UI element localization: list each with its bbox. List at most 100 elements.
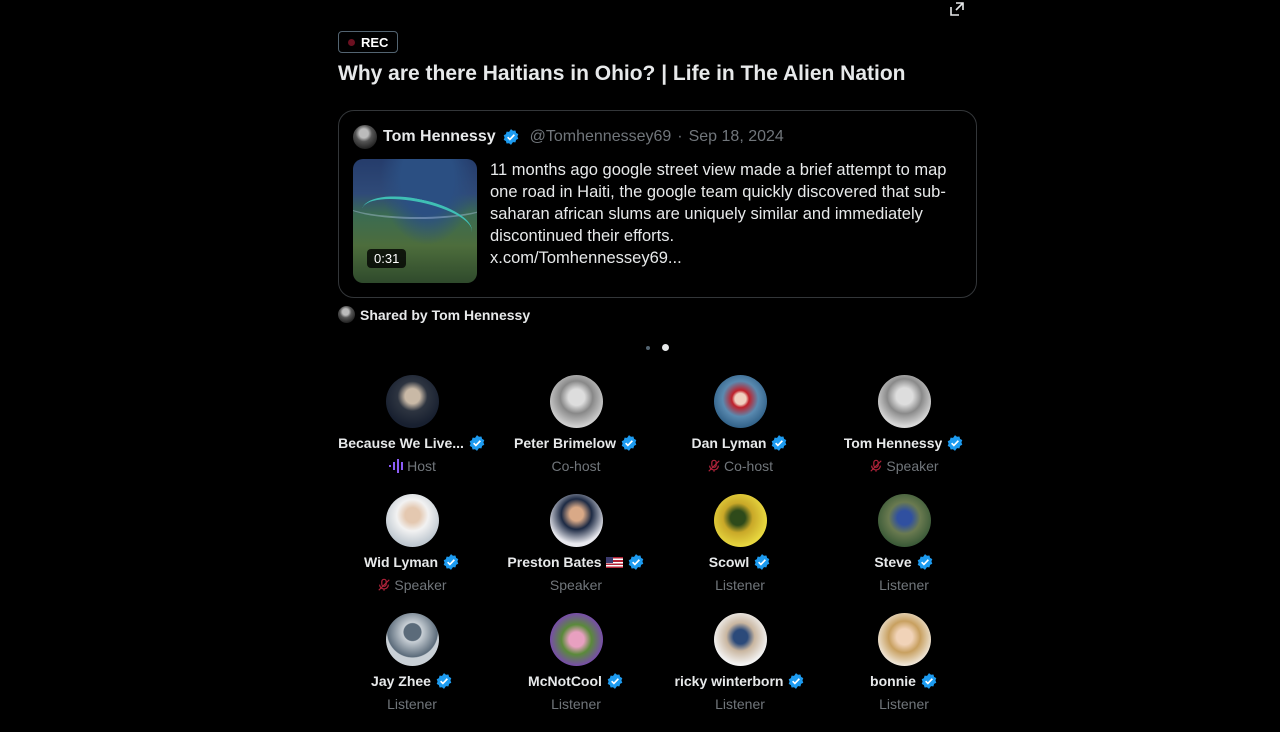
participant-tile[interactable]: Preston Bates Speaker <box>494 494 658 613</box>
participant-role: Speaker <box>549 577 603 593</box>
participant-name-row: Peter Brimelow <box>514 434 638 452</box>
participant-role: Listener <box>715 696 765 712</box>
rec-label: REC <box>361 34 389 50</box>
participant-role-row: Listener <box>551 696 601 712</box>
participant-role: Speaker <box>886 458 939 474</box>
participants-grid: Because We Live... Host Peter Brimelow Co-h… <box>330 375 986 732</box>
participant-avatar[interactable] <box>549 375 603 428</box>
verified-badge-icon <box>947 435 963 451</box>
participant-avatar[interactable] <box>385 494 439 547</box>
participant-tile[interactable]: Steve Listener <box>822 494 986 613</box>
participant-tile[interactable]: Jay Zhee Listener <box>330 613 494 732</box>
participant-role: Listener <box>879 577 929 593</box>
participant-name-row: Jay Zhee <box>371 672 453 690</box>
participant-tile[interactable]: ricky winterborn Listener <box>658 613 822 732</box>
participant-avatar[interactable] <box>713 494 767 547</box>
participant-name: Wid Lyman <box>363 554 439 570</box>
verified-badge-icon <box>436 673 452 689</box>
participant-avatar[interactable] <box>713 375 767 428</box>
space-title: Why are there Haitians in Ohio? | Life i… <box>338 62 906 85</box>
verified-badge-icon <box>772 435 787 451</box>
tweet-date[interactable]: Sep 18, 2024 <box>689 128 784 146</box>
participant-role-row: Co-host <box>551 458 600 474</box>
verified-badge-icon <box>628 554 643 570</box>
participant-name: Dan Lyman <box>691 435 767 451</box>
participant-role-row: Listener <box>879 577 929 593</box>
participant-tile[interactable]: Scowl Listener <box>658 494 822 613</box>
participant-role: Co-host <box>551 458 601 474</box>
participant-avatar[interactable] <box>385 375 439 428</box>
tweet-author-handle[interactable]: @Tomhennessey69 <box>530 128 672 146</box>
participant-role-row: Listener <box>387 696 437 712</box>
participant-role-row: Host <box>388 458 436 474</box>
participant-role: Host <box>407 458 436 474</box>
verified-badge-icon <box>607 673 623 689</box>
sharer-avatar <box>338 306 355 323</box>
participant-role: Co-host <box>723 458 774 474</box>
expand-icon[interactable] <box>948 0 966 18</box>
participant-avatar[interactable] <box>385 613 439 666</box>
tweet-link[interactable]: x.com/Tomhennessey69... <box>490 247 960 269</box>
participant-role-row: Listener <box>879 696 929 712</box>
us-flag-icon <box>605 556 623 568</box>
participant-role-row: Speaker <box>377 577 447 593</box>
participant-avatar[interactable] <box>877 375 931 428</box>
participant-tile[interactable]: Tom Hennessy Speaker <box>822 375 986 494</box>
participant-name: McNotCool <box>528 673 602 689</box>
participant-role: Listener <box>551 696 601 712</box>
tweet-video-thumbnail[interactable]: 0:31 <box>353 159 477 283</box>
verified-badge-icon <box>789 673 804 689</box>
participant-name: Because We Live... <box>338 435 464 451</box>
participant-tile[interactable]: Wid Lyman Speaker <box>330 494 494 613</box>
participant-name-row: Wid Lyman <box>364 553 460 571</box>
participant-name-row: Scowl <box>709 553 771 571</box>
speaking-wave-icon <box>388 459 404 473</box>
mic-muted-icon <box>377 578 391 592</box>
participant-name: Steve <box>874 554 912 570</box>
rec-badge: REC <box>338 31 399 53</box>
pinned-tweet-card[interactable]: Tom Hennessy @Tomhennessey69 · Sep 18, 2… <box>338 110 977 298</box>
verified-badge-icon <box>443 554 459 570</box>
verified-badge-icon <box>621 435 637 451</box>
participant-avatar[interactable] <box>549 613 603 666</box>
participant-role-row: Listener <box>715 577 765 593</box>
participant-role-row: Speaker <box>550 577 602 593</box>
tweet-text-block: 11 months ago google street view made a … <box>490 159 960 269</box>
participant-tile[interactable]: Because We Live... Host <box>330 375 494 494</box>
tweet-header: Tom Hennessy @Tomhennessey69 · Sep 18, 2… <box>353 125 784 149</box>
participant-role: Listener <box>715 577 765 593</box>
participant-name: ricky winterborn <box>674 673 784 689</box>
carousel-pager <box>646 344 669 351</box>
participant-tile[interactable]: McNotCool Listener <box>494 613 658 732</box>
participant-tile[interactable]: Dan Lyman Co-host <box>658 375 822 494</box>
participant-name: Jay Zhee <box>371 673 431 689</box>
participant-avatar[interactable] <box>549 494 603 547</box>
shared-by-row: Shared by Tom Hennessy <box>338 306 530 323</box>
participant-name: Scowl <box>708 554 750 570</box>
mic-muted-icon <box>869 459 883 473</box>
participant-name: Tom Hennessy <box>843 435 943 451</box>
recording-dot-icon <box>348 38 355 46</box>
verified-badge-icon <box>921 673 937 689</box>
mic-muted-icon <box>707 459 721 473</box>
participant-name-row: bonnie <box>870 672 938 690</box>
tweet-text: 11 months ago google street view made a … <box>490 161 947 245</box>
participant-name-row: Preston Bates <box>507 553 644 571</box>
tweet-author-avatar[interactable] <box>353 125 377 149</box>
participant-name-row: ricky winterborn <box>675 672 806 690</box>
participant-tile[interactable]: Peter Brimelow Co-host <box>494 375 658 494</box>
participant-tile[interactable]: bonnie Listener <box>822 613 986 732</box>
participant-avatar[interactable] <box>877 494 931 547</box>
participant-avatar[interactable] <box>877 613 931 666</box>
participant-name: Preston Bates <box>507 554 602 570</box>
shared-by-label: Shared by Tom Hennessy <box>360 306 531 323</box>
pager-dot-1[interactable] <box>646 345 650 350</box>
video-duration: 0:31 <box>367 249 407 268</box>
participant-avatar[interactable] <box>713 613 767 666</box>
tweet-author-name[interactable]: Tom Hennessy <box>383 128 496 146</box>
participant-name: Peter Brimelow <box>514 435 616 451</box>
pager-dot-2[interactable] <box>662 344 669 351</box>
participant-name: bonnie <box>870 673 916 689</box>
participant-name-row: Dan Lyman <box>692 434 789 452</box>
participant-role-row: Speaker <box>869 458 939 474</box>
